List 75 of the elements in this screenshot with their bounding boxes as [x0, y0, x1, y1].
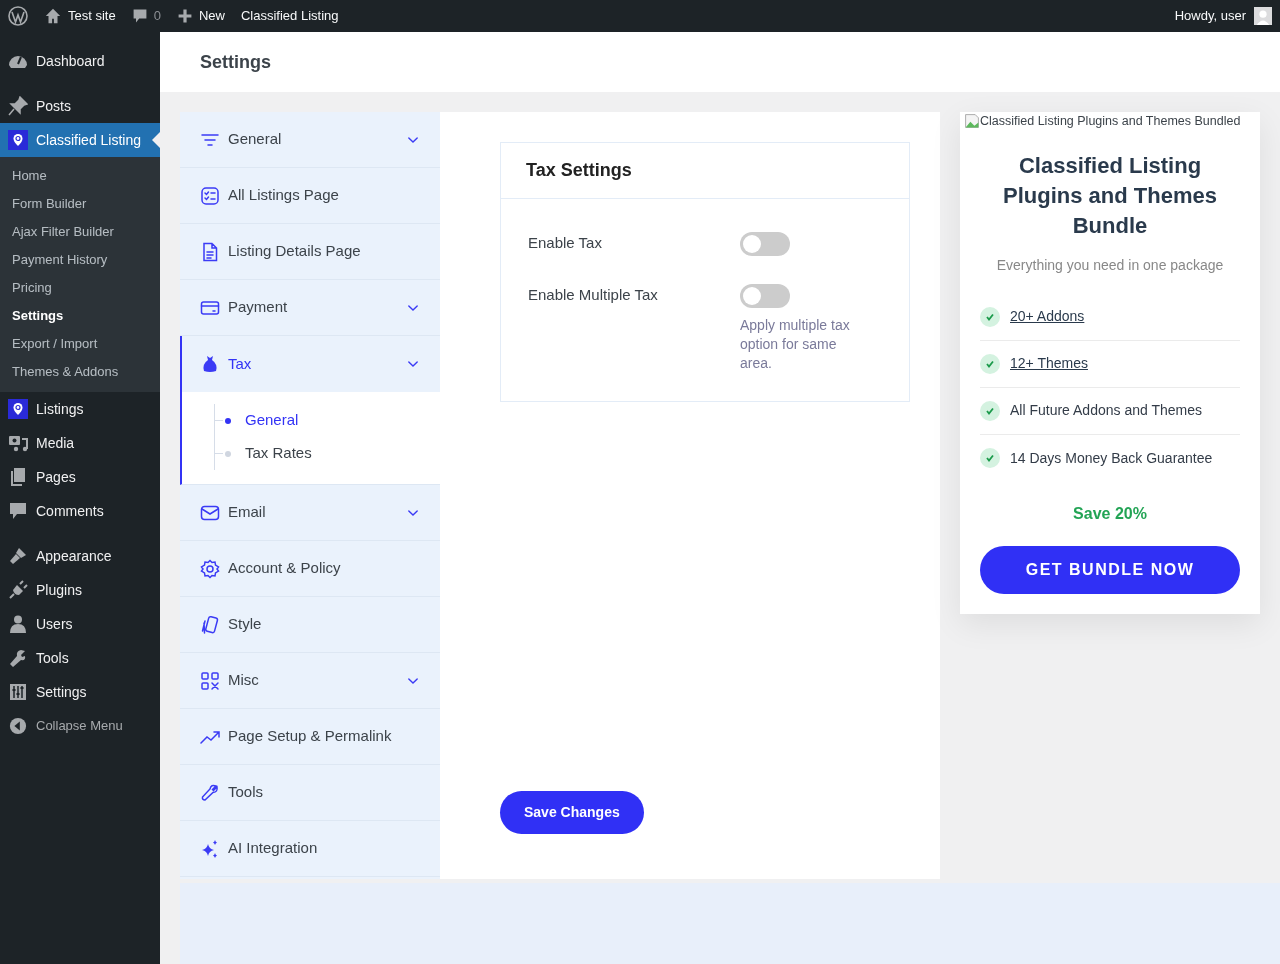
camera-music-icon	[8, 433, 28, 453]
plus-icon	[176, 8, 193, 24]
check-icon	[980, 306, 1000, 327]
field-label: Enable Tax	[528, 233, 603, 253]
toggle-switch[interactable]	[740, 284, 790, 308]
check-icon	[980, 353, 1000, 374]
current-pointer	[152, 132, 160, 148]
submenu-item[interactable]: Payment History	[0, 246, 160, 274]
map-pin-icon	[8, 130, 28, 150]
submenu-item[interactable]: Themes & Addons	[0, 358, 160, 386]
wrench-icon	[200, 782, 220, 803]
feature-link[interactable]: 20+ Addons	[1010, 306, 1085, 328]
speech-bubble-icon	[8, 501, 28, 521]
menu-item[interactable]: Classified Listing	[0, 123, 160, 157]
save-changes-button[interactable]: Save Changes	[500, 791, 644, 834]
promo-subtitle: Everything you need in one package	[995, 255, 1225, 275]
left-arrow-circle-icon	[9, 717, 27, 735]
image-alt-text: Classified Listing Plugins and Themes Bundled	[980, 113, 1241, 130]
checklist-icon	[200, 185, 220, 206]
new-link[interactable]: New	[198, 6, 225, 26]
feature-link[interactable]: 12+ Themes	[1010, 353, 1088, 375]
field-description: Apply multiple tax option for same area.	[740, 316, 851, 373]
menu-item[interactable]: Listings	[0, 392, 160, 426]
site-name-link[interactable]: Test site	[68, 6, 116, 26]
avatar-icon	[1254, 7, 1272, 25]
toggle-switch[interactable]	[740, 232, 790, 256]
plugin-link[interactable]: Classified Listing	[240, 6, 339, 26]
plug-icon	[8, 580, 28, 600]
bullet-dot	[225, 450, 231, 457]
bullet-dot	[225, 417, 231, 424]
map-pin-icon	[8, 399, 28, 419]
menu-item[interactable]: Dashboard	[0, 44, 160, 78]
menu-item[interactable]: Plugins	[0, 573, 160, 607]
paintbrush-icon	[8, 546, 28, 566]
comment-count[interactable]: 0	[153, 6, 161, 26]
menu-item[interactable]: Tools	[0, 641, 160, 675]
check-icon	[980, 448, 1000, 469]
menu-item[interactable]: Appearance	[0, 539, 160, 573]
field-label: Enable Multiple Tax	[528, 285, 659, 305]
submenu-item[interactable]: General	[245, 409, 299, 432]
promo-title: Classified Listing Plugins and Themes Bundle	[1002, 151, 1218, 240]
discount-text: Save 20%	[1072, 503, 1148, 524]
gear-icon	[200, 558, 220, 579]
document-icon	[200, 241, 220, 262]
submenu-item[interactable]: Home	[0, 162, 160, 190]
menu-item[interactable]: Posts	[0, 89, 160, 123]
home-icon	[44, 7, 62, 25]
get-bundle-button[interactable]: GET BUNDLE NOW	[980, 545, 1240, 594]
feature-text: All Future Addons and Themes	[1010, 401, 1202, 421]
submenu-item[interactable]: Ajax Filter Builder	[0, 218, 160, 246]
collapse-menu-button[interactable]: Collapse Menu	[0, 709, 160, 743]
menu-item[interactable]: Pages	[0, 460, 160, 494]
tilted-cards-icon	[200, 614, 220, 635]
pushpin-icon	[8, 96, 28, 116]
pages-icon	[8, 467, 28, 487]
submenu-item[interactable]: Settings	[0, 302, 160, 330]
greeting-link[interactable]: Howdy, user	[1174, 6, 1246, 26]
card-title: Tax Settings	[526, 159, 632, 182]
check-icon	[980, 400, 1000, 421]
sliders-icon	[8, 682, 28, 702]
grid-cross-icon	[200, 670, 220, 691]
menu-item[interactable]: Settings	[0, 675, 160, 709]
submenu-item[interactable]: Pricing	[0, 274, 160, 302]
wordpress-logo-icon[interactable]	[8, 6, 28, 26]
page-title: Settings	[200, 50, 271, 74]
menu-item[interactable]: Users	[0, 607, 160, 641]
submenu-item[interactable]: Form Builder	[0, 190, 160, 218]
menu-item[interactable]: Comments	[0, 494, 160, 528]
user-icon	[8, 614, 28, 634]
submenu-item[interactable]: Tax Rates	[245, 442, 312, 465]
submenu-item[interactable]: Export / Import	[0, 330, 160, 358]
menu-item[interactable]: Media	[0, 426, 160, 460]
feature-text: 14 Days Money Back Guarantee	[1010, 448, 1213, 468]
wrench-icon	[8, 648, 28, 668]
speech-bubble-icon	[131, 8, 148, 24]
